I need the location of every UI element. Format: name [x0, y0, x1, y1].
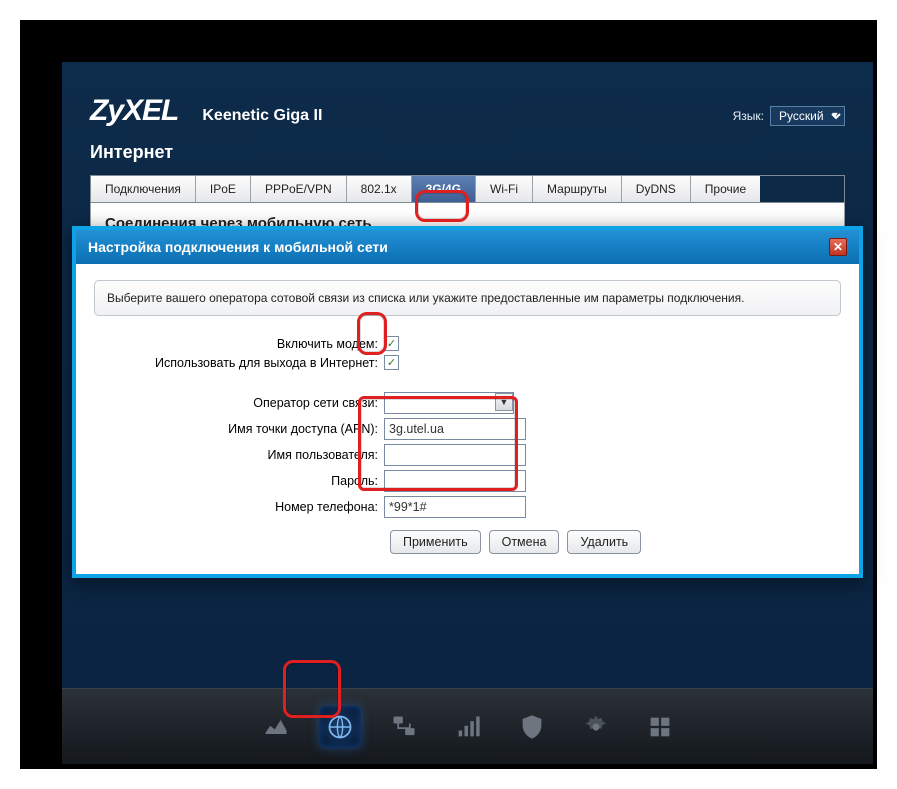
label-apn: Имя точки доступа (APN):	[94, 422, 384, 436]
brand-logo: ZyXEL	[90, 94, 178, 128]
model-name: Keenetic Giga II	[202, 107, 322, 125]
tab-ipoe[interactable]: IPoE	[196, 176, 251, 202]
label-username: Имя пользователя:	[94, 448, 384, 462]
nav-monitor[interactable]	[255, 706, 297, 748]
modal-body: Выберите вашего оператора сотовой связи …	[76, 264, 859, 574]
tab-8021x[interactable]: 802.1x	[347, 176, 412, 202]
signal-icon	[454, 713, 482, 741]
globe-icon	[326, 713, 354, 741]
modal-title: Настройка подключения к мобильной сети	[88, 239, 388, 255]
delete-button[interactable]: Удалить	[567, 530, 641, 554]
bottom-nav	[62, 688, 873, 764]
nav-apps[interactable]	[639, 706, 681, 748]
cancel-button[interactable]: Отмена	[489, 530, 560, 554]
network-icon	[390, 713, 418, 741]
header: ZyXEL Keenetic Giga II Язык: Русский ▼	[62, 62, 873, 136]
tab-wifi[interactable]: Wi-Fi	[476, 176, 533, 202]
nav-internet[interactable]	[319, 706, 361, 748]
hint-text: Выберите вашего оператора сотовой связи …	[94, 280, 841, 316]
nav-home-network[interactable]	[383, 706, 425, 748]
nav-wifi[interactable]	[447, 706, 489, 748]
username-input[interactable]	[384, 444, 526, 466]
tab-3g4g[interactable]: 3G/4G	[412, 176, 476, 202]
tab-other[interactable]: Прочие	[691, 176, 760, 202]
apn-input[interactable]	[384, 418, 526, 440]
tab-routes[interactable]: Маршруты	[533, 176, 622, 202]
page-title: Интернет	[62, 136, 873, 175]
operator-select[interactable]	[384, 392, 514, 414]
apply-button[interactable]: Применить	[390, 530, 481, 554]
close-icon: ✕	[833, 240, 843, 254]
modal-title-bar: Настройка подключения к мобильной сети ✕	[76, 230, 859, 264]
label-password: Пароль:	[94, 474, 384, 488]
password-input[interactable]	[384, 470, 526, 492]
tab-connections[interactable]: Подключения	[91, 176, 196, 202]
mobile-connection-modal: Настройка подключения к мобильной сети ✕…	[72, 226, 863, 578]
checkbox-use-internet[interactable]	[384, 355, 399, 370]
nav-system[interactable]	[575, 706, 617, 748]
language-selector: Язык: Русский ▼	[733, 106, 845, 126]
language-select[interactable]: Русский	[770, 106, 845, 126]
gear-icon	[582, 713, 610, 741]
label-enable-modem: Включить модем:	[94, 337, 384, 351]
shield-icon	[518, 713, 546, 741]
nav-security[interactable]	[511, 706, 553, 748]
phone-input[interactable]	[384, 496, 526, 518]
label-operator: Оператор сети связи:	[94, 396, 384, 410]
close-button[interactable]: ✕	[829, 238, 847, 256]
chart-icon	[262, 713, 290, 741]
tab-pppoe-vpn[interactable]: PPPoE/VPN	[251, 176, 347, 202]
tab-bar: Подключения IPoE PPPoE/VPN 802.1x 3G/4G …	[90, 175, 845, 203]
label-use-internet: Использовать для выхода в Интернет:	[94, 356, 384, 370]
grid-icon	[646, 713, 674, 741]
language-label: Язык:	[733, 109, 764, 123]
checkbox-enable-modem[interactable]	[384, 336, 399, 351]
label-phone: Номер телефона:	[94, 500, 384, 514]
tab-dydns[interactable]: DyDNS	[622, 176, 691, 202]
